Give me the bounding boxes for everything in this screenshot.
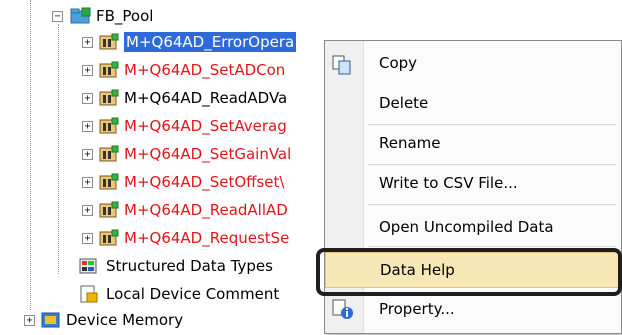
tree-item-label: M+Q64AD_SetADCon [124, 61, 286, 79]
function-block-icon [98, 200, 120, 220]
context-menu-item[interactable]: Copy [325, 46, 621, 82]
context-menu-item-label: Data Help [380, 261, 455, 279]
context-menu-item-label: Rename [379, 134, 441, 152]
function-block-icon [98, 88, 120, 108]
tree-item-label: M+Q64AD_RequestSe [124, 229, 290, 247]
expand-icon[interactable]: + [82, 37, 93, 48]
context-menu-item[interactable]: Data Help [325, 252, 621, 288]
context-menu-item[interactable]: Property... [325, 292, 621, 328]
tree-item-label: M+Q64AD_ErrorOpera [124, 32, 297, 52]
function-block-icon [98, 32, 120, 52]
expand-icon[interactable]: + [82, 233, 93, 244]
menu-separator [368, 164, 616, 165]
copy-icon [331, 54, 353, 80]
context-menu-item[interactable]: Delete [325, 86, 621, 122]
context-menu-item[interactable]: Open Uncompiled Data [325, 210, 621, 246]
tree-item-label: M+Q64AD_ReadADVa [124, 89, 288, 107]
menu-separator [368, 204, 616, 205]
tree-item-label: M+Q64AD_ReadAllAD [124, 201, 288, 219]
structured-data-icon [78, 256, 100, 276]
context-menu-item[interactable]: Write to CSV File... [325, 166, 621, 202]
expand-icon[interactable]: + [82, 121, 93, 132]
comment-document-icon [78, 284, 100, 304]
menu-separator [368, 124, 616, 125]
context-menu-item-label: Copy [379, 54, 418, 72]
function-block-icon [98, 116, 120, 136]
expand-icon[interactable]: + [82, 177, 93, 188]
context-menu-item-label: Property... [379, 300, 455, 318]
context-menu-item-label: Write to CSV File... [379, 174, 518, 192]
expand-icon[interactable]: + [82, 65, 93, 76]
tree-guide-line [58, 24, 59, 274]
collapse-icon[interactable]: − [52, 11, 63, 22]
context-menu-item-label: Delete [379, 94, 429, 112]
function-block-icon [98, 228, 120, 248]
tree-guide-line [30, 0, 31, 310]
folder-icon [70, 6, 92, 26]
context-menu-item[interactable]: Rename [325, 126, 621, 162]
expand-icon[interactable]: + [82, 93, 93, 104]
expand-icon[interactable]: + [82, 205, 93, 216]
function-block-icon [98, 144, 120, 164]
tree-item-label: M+Q64AD_SetGainVal [124, 145, 292, 163]
function-block-icon [98, 60, 120, 80]
tree-item-label: FB_Pool [96, 7, 154, 25]
tree-item-label: Device Memory [66, 311, 184, 329]
expand-icon[interactable]: + [82, 149, 93, 160]
tree-item-label: Local Device Comment [106, 285, 280, 303]
function-block-icon [98, 172, 120, 192]
tree-item-label: M+Q64AD_SetOffset\ [124, 173, 285, 191]
menu-separator [368, 246, 616, 247]
tree-item-label: M+Q64AD_SetAverag [124, 117, 287, 135]
expand-icon[interactable]: + [24, 315, 35, 326]
device-memory-icon [40, 310, 62, 330]
tree-item-label: Structured Data Types [106, 257, 273, 275]
context-menu-item-label: Open Uncompiled Data [379, 218, 554, 236]
property-icon [331, 298, 355, 326]
